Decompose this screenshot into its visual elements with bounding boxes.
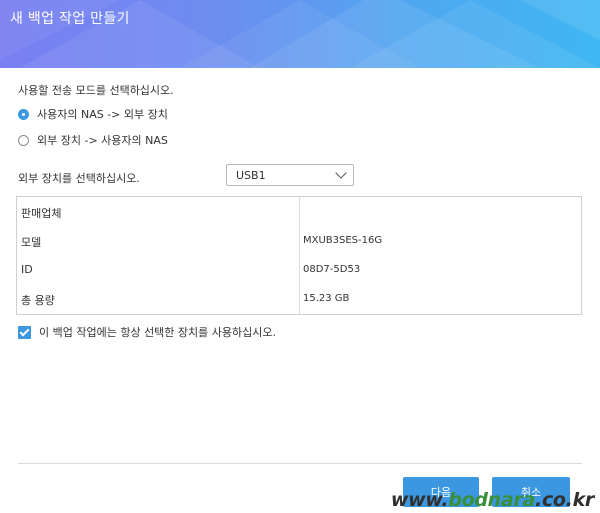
watermark: www.bodnara.co.kr [391, 489, 594, 511]
device-prompt: 외부 장치를 선택하십시오. [18, 172, 140, 185]
info-value-id: 08D7-5D53 [303, 264, 361, 275]
table-row: ID 08D7-5D53 [17, 255, 581, 284]
device-info-table: 판매업체 모델 MXUB3SES-16G ID 08D7-5D53 총 용량 1… [16, 196, 582, 315]
radio-label: 외부 장치 -> 사용자의 NAS [37, 134, 168, 147]
radio-nas-to-external[interactable]: 사용자의 NAS -> 외부 장치 [18, 106, 168, 122]
radio-external-to-nas[interactable]: 외부 장치 -> 사용자의 NAS [18, 132, 168, 148]
watermark-prefix: www. [390, 489, 449, 511]
footer-divider [18, 463, 582, 464]
watermark-brand: bodnara [448, 489, 536, 511]
info-label-vendor: 판매업체 [21, 207, 62, 220]
info-value-model: MXUB3SES-16G [303, 235, 383, 246]
table-row: 판매업체 [17, 197, 581, 226]
chevron-down-icon [335, 167, 347, 179]
always-use-label: 이 백업 작업에는 항상 선택한 장치를 사용하십시오. [39, 326, 276, 339]
radio-button-checked[interactable] [18, 108, 29, 120]
table-row: 총 용량 15.23 GB [17, 284, 581, 313]
info-value-capacity: 15.23 GB [303, 293, 350, 304]
mode-prompt: 사용할 전송 모드를 선택하십시오. [18, 84, 174, 97]
always-use-checkbox[interactable] [18, 325, 31, 339]
window-title: 새 백업 작업 만들기 [10, 11, 130, 27]
title-bar[interactable]: 새 백업 작업 만들기 [0, 0, 600, 68]
radio-label: 사용자의 NAS -> 외부 장치 [37, 108, 168, 121]
device-select-value: USB1 [236, 168, 266, 182]
device-select[interactable]: USB1 [226, 164, 354, 186]
watermark-suffix: .co.kr [535, 489, 594, 511]
info-label-capacity: 총 용량 [21, 294, 55, 307]
info-label-model: 모델 [21, 236, 42, 249]
always-use-device-option[interactable]: 이 백업 작업에는 항상 선택한 장치를 사용하십시오. [18, 324, 276, 340]
info-label-id: ID [21, 263, 33, 276]
radio-button[interactable] [18, 134, 29, 146]
table-row: 모델 MXUB3SES-16G [17, 226, 581, 255]
